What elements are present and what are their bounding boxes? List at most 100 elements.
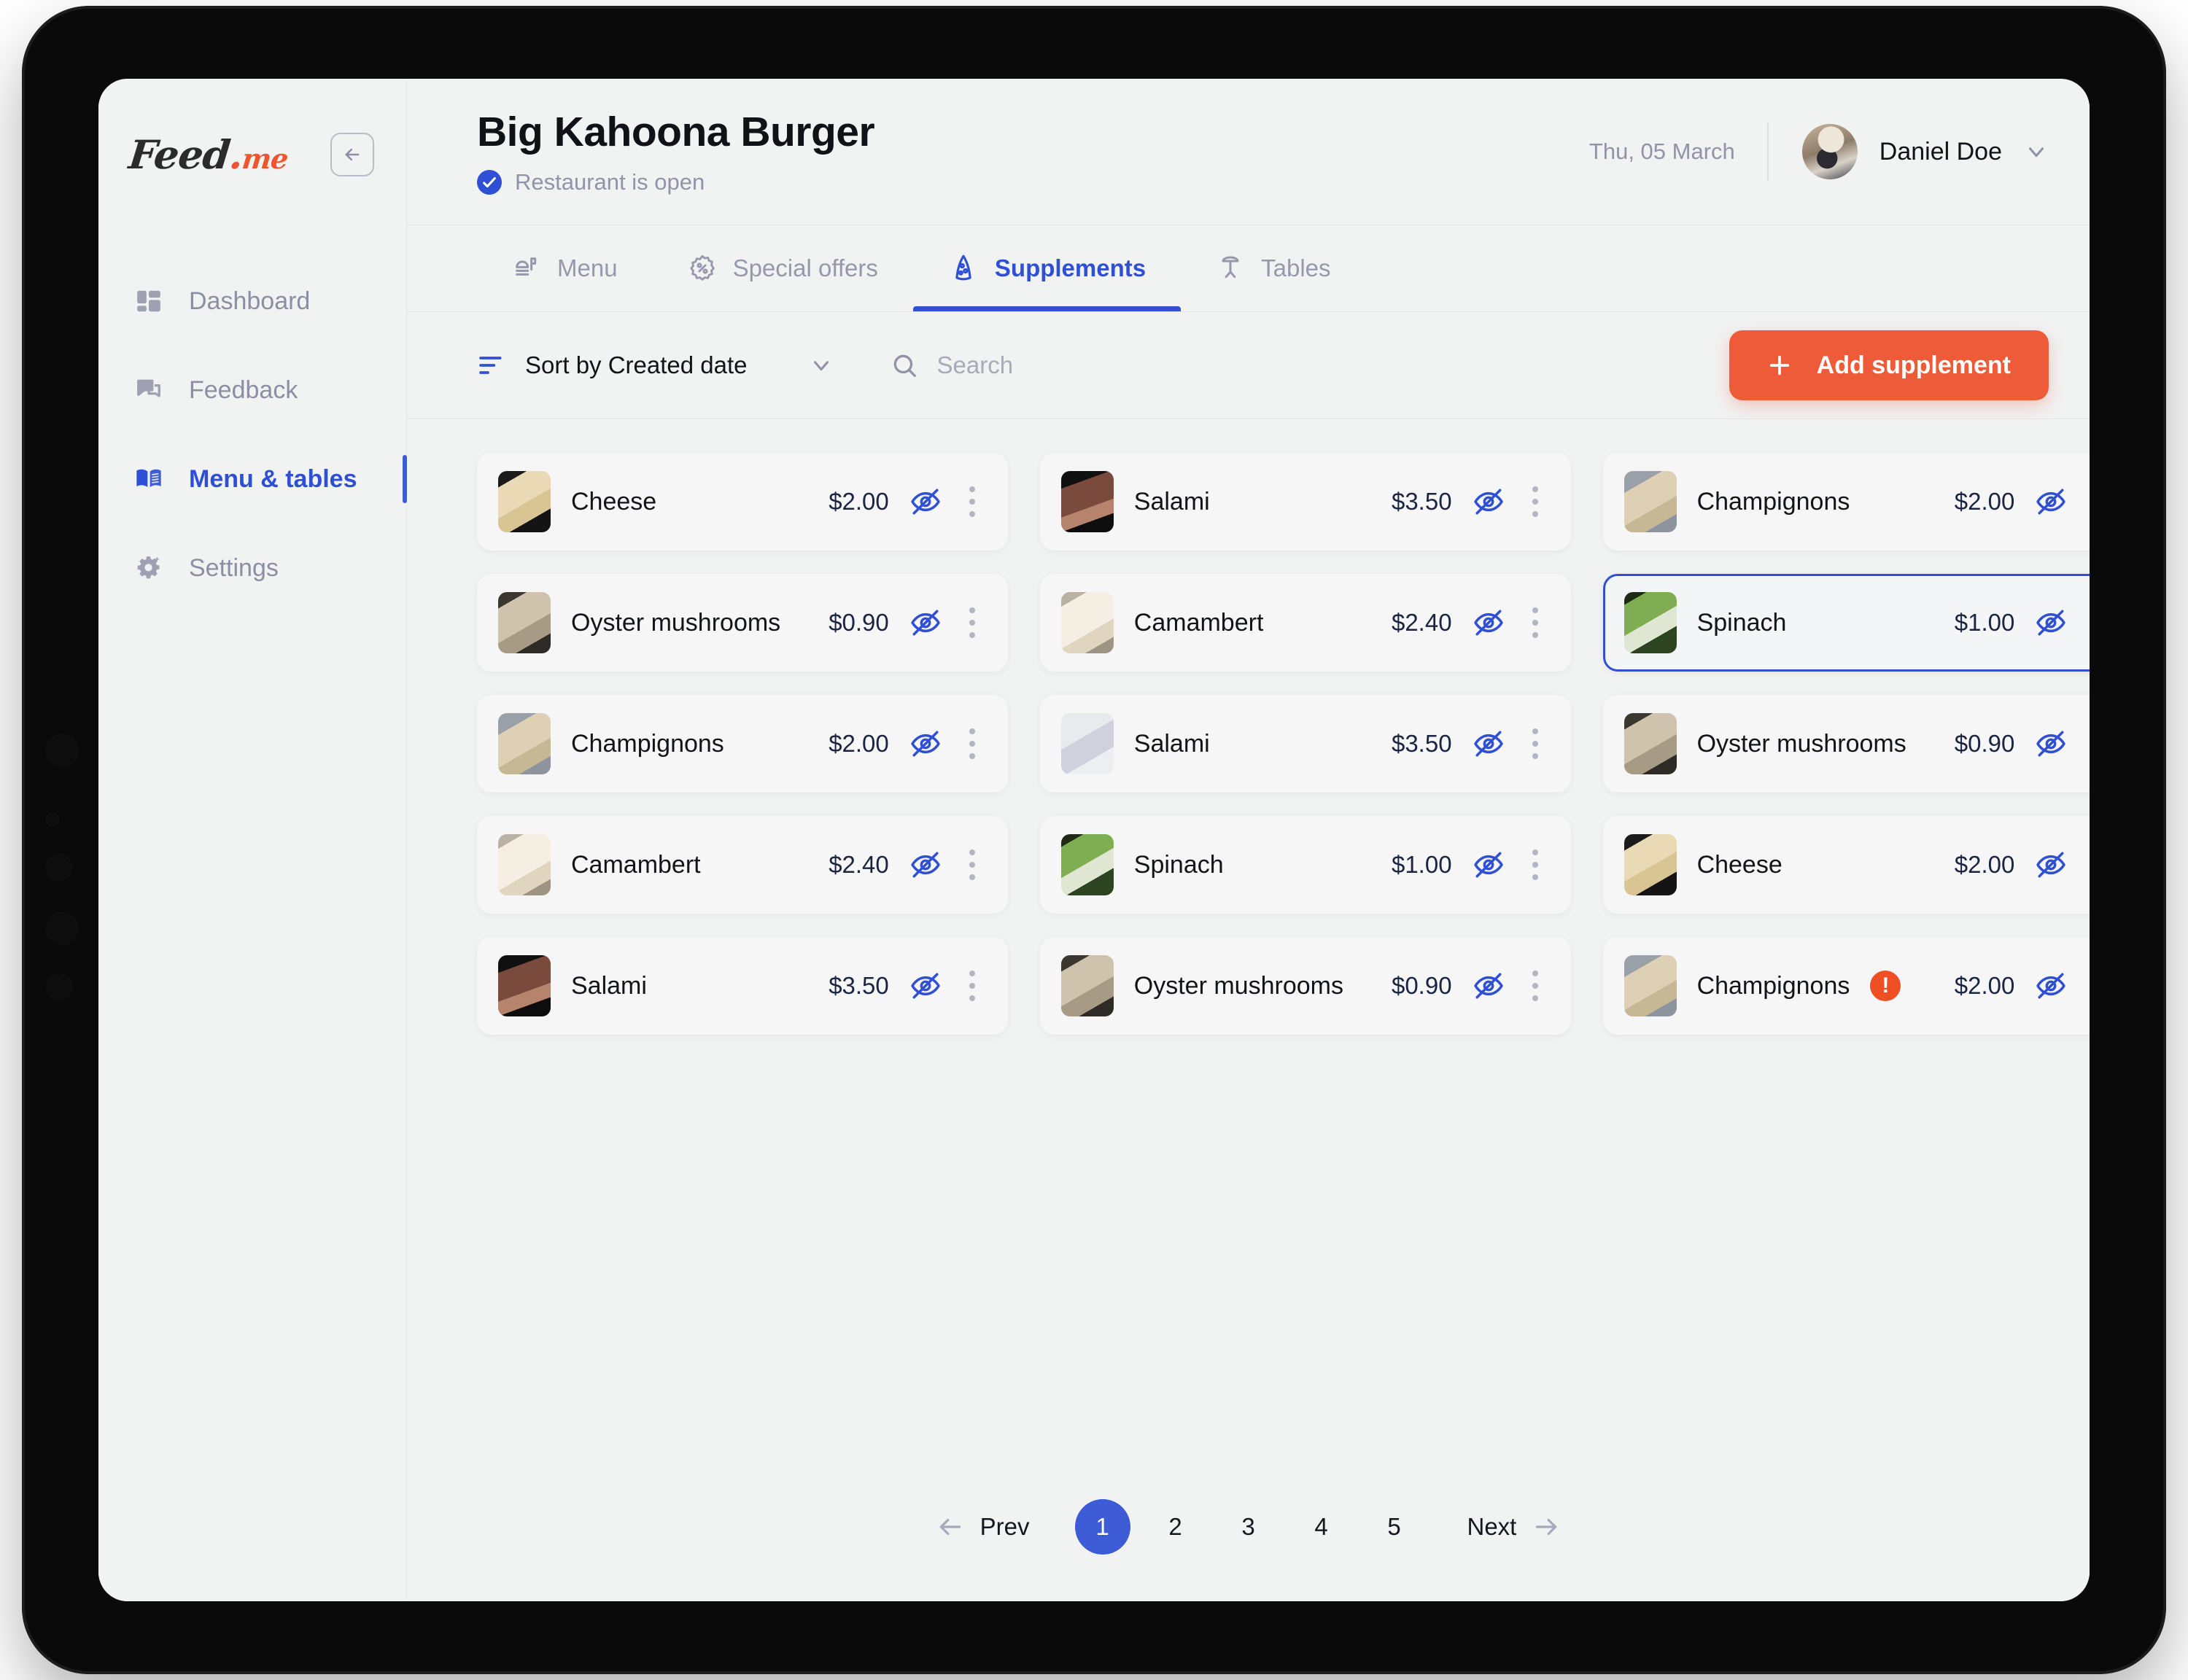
supplement-card[interactable]: Salami $3.50 (1039, 453, 1571, 551)
search-input[interactable]: Search (937, 351, 1014, 379)
bezel-sensor (47, 974, 71, 999)
card-more-menu[interactable] (2087, 844, 2090, 886)
search-control[interactable]: Search (891, 351, 1014, 379)
supplement-price: $0.90 (1391, 972, 1452, 999)
card-more-menu[interactable] (1525, 723, 1545, 765)
eye-off-icon (911, 610, 940, 636)
supplement-price: $2.40 (829, 851, 889, 878)
card-more-menu[interactable] (2087, 602, 2090, 644)
supplement-card[interactable]: Oyster mushrooms $0.90 (1039, 937, 1571, 1035)
supplement-card[interactable]: Cheese $2.00 (477, 453, 1008, 551)
card-more-menu[interactable] (1525, 602, 1545, 644)
add-supplement-button[interactable]: Add supplement (1729, 330, 2049, 400)
eye-off-icon (1473, 852, 1503, 878)
discount-icon (689, 254, 715, 281)
toggle-visibility-button[interactable] (909, 728, 942, 760)
tab-label: Supplements (994, 254, 1147, 281)
user-menu[interactable]: Daniel Doe (1801, 124, 2049, 179)
chevron-down-icon[interactable] (809, 353, 834, 378)
supplement-thumbnail (1623, 471, 1677, 532)
toggle-visibility-button[interactable] (909, 486, 942, 518)
supplement-card[interactable]: Champignons! $2.00 (1602, 937, 2090, 1035)
supplement-name: Oyster mushrooms (1133, 971, 1343, 1000)
pagination-page-5[interactable]: 5 (1367, 1499, 1422, 1555)
tab-supplements[interactable]: Supplements (912, 225, 1182, 311)
toggle-visibility-button[interactable] (2035, 728, 2067, 760)
sort-control[interactable]: Sort by Created date (477, 351, 834, 380)
add-supplement-label: Add supplement (1816, 351, 2011, 379)
supplement-name: Camambert (571, 850, 701, 879)
supplement-card[interactable]: Salami $3.50 (477, 937, 1008, 1035)
sidebar-collapse-button[interactable] (330, 133, 375, 176)
sidebar-item-feedback[interactable]: Feedback (98, 346, 406, 435)
toggle-visibility-button[interactable] (2035, 849, 2067, 881)
toggle-visibility-button[interactable] (2035, 607, 2067, 639)
pagination-page-3[interactable]: 3 (1221, 1499, 1276, 1555)
pagination-prev[interactable]: Prev (936, 1513, 1030, 1541)
app-logo: Feed.me (127, 131, 291, 178)
pagination-page-2[interactable]: 2 (1148, 1499, 1203, 1555)
supplement-name: Spinach (1133, 850, 1224, 879)
card-more-menu[interactable] (1525, 965, 1545, 1007)
card-more-menu[interactable] (962, 602, 982, 644)
pagination-next[interactable]: Next (1467, 1513, 1561, 1541)
sidebar-item-dashboard[interactable]: Dashboard (98, 257, 406, 346)
sidebar-item-settings[interactable]: Settings (98, 524, 406, 612)
tab-label: Menu (557, 254, 618, 281)
supplement-price: $2.00 (1954, 851, 2015, 878)
tab-menu[interactable]: Menu (477, 225, 653, 311)
supplement-name: Cheese (1696, 850, 1782, 879)
eye-off-icon (911, 489, 940, 515)
supplement-card[interactable]: Oyster mushrooms $0.90 (477, 574, 1008, 672)
sidebar-item-label: Dashboard (189, 287, 311, 315)
supplement-card[interactable]: Spinach $1.00 (1602, 574, 2090, 672)
supplement-price: $2.00 (1954, 488, 2015, 515)
supplement-price: $3.50 (829, 972, 889, 999)
toggle-visibility-button[interactable] (2035, 486, 2067, 518)
supplement-card[interactable]: Camambert $2.40 (1039, 574, 1571, 672)
supplement-card[interactable]: Spinach $1.00 (1039, 816, 1571, 914)
card-more-menu[interactable] (962, 481, 982, 523)
supplement-thumbnail (1060, 955, 1114, 1016)
toggle-visibility-button[interactable] (909, 607, 942, 639)
card-more-menu[interactable] (2087, 723, 2090, 765)
arrow-left-icon (345, 148, 360, 161)
pagination-page-1[interactable]: 1 (1074, 1499, 1130, 1555)
toggle-visibility-button[interactable] (909, 970, 942, 1002)
toggle-visibility-button[interactable] (1473, 970, 1505, 1002)
toggle-visibility-button[interactable] (2035, 970, 2067, 1002)
supplement-card[interactable]: Cheese $2.00 (1602, 816, 2090, 914)
card-more-menu[interactable] (2087, 481, 2090, 523)
supplement-card[interactable]: Salami $3.50 (1039, 695, 1571, 793)
supplement-price: $2.00 (829, 488, 889, 515)
card-more-menu[interactable] (2087, 965, 2090, 1007)
toggle-visibility-button[interactable] (1473, 607, 1505, 639)
chevron-down-icon[interactable] (2024, 139, 2049, 164)
pagination-page-4[interactable]: 4 (1294, 1499, 1349, 1555)
logo-secondary: me (240, 142, 290, 175)
sidebar: Feed.me Dashboard Feedback Menu & tables… (98, 79, 407, 1601)
pagination-pages: 12345 (1066, 1499, 1431, 1555)
arrow-left-icon (939, 1518, 961, 1536)
tab-label: Tables (1261, 254, 1331, 281)
supplement-thumbnail (1060, 471, 1114, 532)
toggle-visibility-button[interactable] (909, 849, 942, 881)
supplement-card[interactable]: Champignons $2.00 (1602, 453, 2090, 551)
toolbar: Sort by Created date Search Add suppleme… (407, 312, 2090, 419)
supplement-card[interactable]: Camambert $2.40 (477, 816, 1008, 914)
card-more-menu[interactable] (1525, 844, 1545, 886)
supplement-price: $3.50 (1391, 488, 1452, 515)
toggle-visibility-button[interactable] (1473, 728, 1505, 760)
tab-special-offers[interactable]: Special offers (653, 225, 913, 311)
supplement-thumbnail (498, 592, 551, 653)
supplement-card[interactable]: Oyster mushrooms $0.90 (1602, 695, 2090, 793)
card-more-menu[interactable] (1525, 481, 1545, 523)
supplement-card[interactable]: Champignons $2.00 (477, 695, 1008, 793)
card-more-menu[interactable] (962, 723, 982, 765)
toggle-visibility-button[interactable] (1473, 849, 1505, 881)
tab-tables[interactable]: Tables (1181, 225, 1365, 311)
sidebar-item-menu-tables[interactable]: Menu & tables (98, 435, 407, 524)
toggle-visibility-button[interactable] (1473, 486, 1505, 518)
card-more-menu[interactable] (962, 965, 982, 1007)
card-more-menu[interactable] (962, 844, 982, 886)
